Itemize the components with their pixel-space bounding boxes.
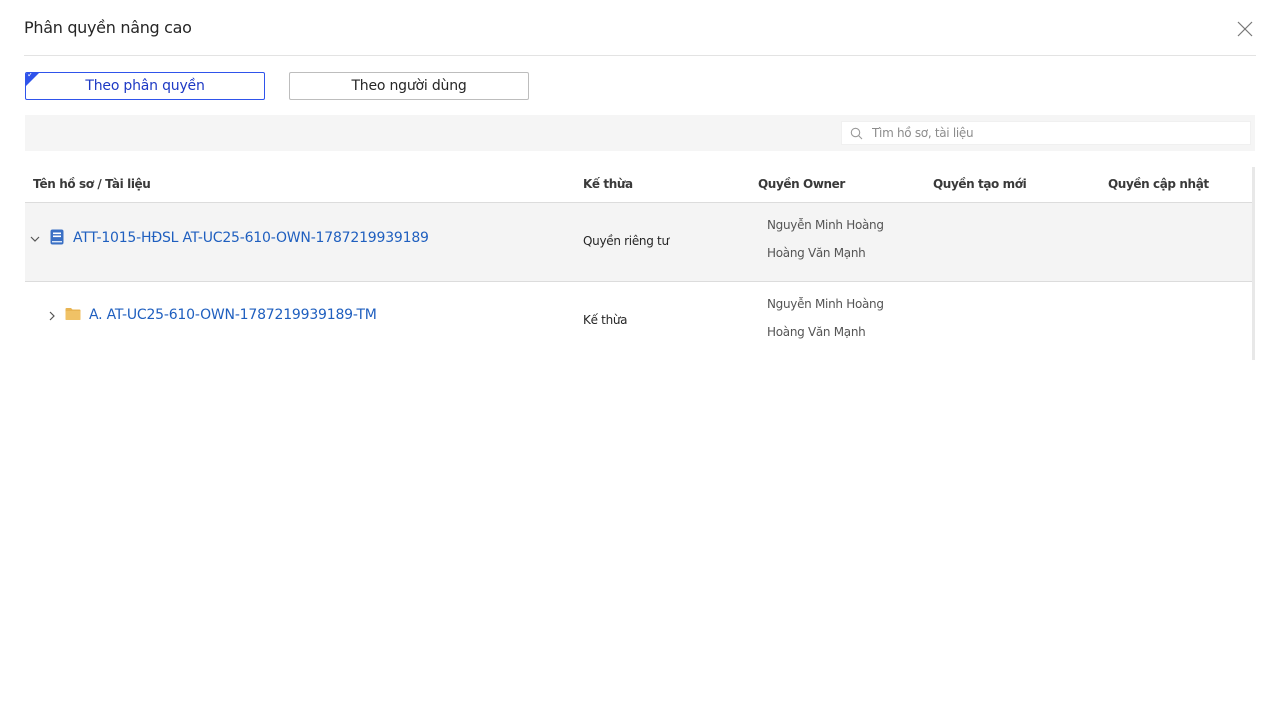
column-header-owner: Quyền Owner (758, 177, 845, 191)
item-name-link[interactable]: ATT-1015-HĐSL AT-UC25-610-OWN-1787219939… (73, 230, 429, 246)
search-box (841, 121, 1251, 145)
table-row: ATT-1015-HĐSL AT-UC25-610-OWN-1787219939… (25, 203, 1252, 282)
owner-name: Hoàng Văn Mạnh (767, 246, 866, 260)
table-toolbar (25, 115, 1255, 151)
column-header-inherit: Kế thừa (583, 177, 633, 191)
owner-name: Hoàng Văn Mạnh (767, 325, 866, 339)
tab-by-user-label: Theo người dùng (351, 78, 467, 94)
advanced-permissions-modal: Phân quyền nâng cao ✓ Theo phân quyền Th… (0, 0, 1280, 720)
chevron-right-icon[interactable] (46, 310, 58, 322)
close-icon (1237, 21, 1253, 37)
item-name-link[interactable]: A. AT-UC25-610-OWN-1787219939189-TM (89, 307, 377, 323)
chevron-down-icon[interactable] (29, 233, 41, 245)
checkmark-icon: ✓ (27, 72, 34, 79)
search-input[interactable] (872, 124, 1232, 142)
owner-name: Nguyễn Minh Hoàng (767, 297, 884, 311)
column-header-update: Quyền cập nhật (1108, 177, 1209, 191)
document-icon (50, 229, 64, 245)
permissions-table: Tên hồ sơ / Tài liệu Kế thừa Quyền Owner… (25, 167, 1255, 360)
column-header-create: Quyền tạo mới (933, 177, 1027, 191)
inherit-cell: Quyền riêng tư (583, 234, 669, 248)
tab-by-permission-label: Theo phân quyền (85, 78, 205, 94)
modal-title: Phân quyền nâng cao (24, 18, 192, 37)
modal-header: Phân quyền nâng cao (24, 0, 1256, 56)
table-header: Tên hồ sơ / Tài liệu Kế thừa Quyền Owner… (25, 167, 1252, 203)
close-button[interactable] (1236, 20, 1254, 38)
table-row: A. AT-UC25-610-OWN-1787219939189-TM Kế t… (25, 282, 1252, 360)
inherit-cell: Kế thừa (583, 313, 628, 327)
column-header-name: Tên hồ sơ / Tài liệu (33, 177, 151, 191)
folder-icon (65, 308, 81, 320)
tab-by-user[interactable]: Theo người dùng (289, 72, 529, 100)
owner-name: Nguyễn Minh Hoàng (767, 218, 884, 232)
search-icon (850, 127, 863, 140)
tab-by-permission[interactable]: ✓ Theo phân quyền (25, 72, 265, 100)
